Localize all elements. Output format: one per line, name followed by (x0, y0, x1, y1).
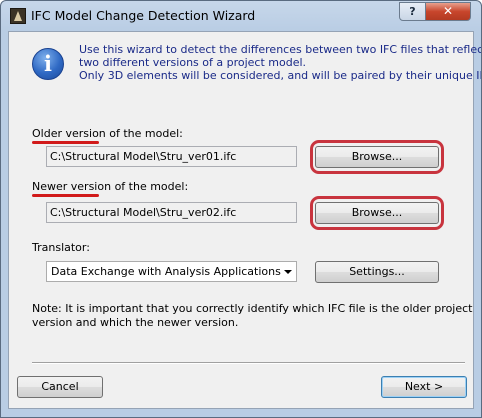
footer-divider (32, 362, 465, 364)
chevron-down-icon[interactable] (284, 270, 292, 274)
app-icon (10, 8, 26, 24)
wizard-window: IFC Model Change Detection Wizard ? ✕ i … (0, 0, 482, 418)
older-label-underline-mark (32, 141, 99, 144)
translator-label: Translator: (32, 241, 90, 254)
note-line: version and which the newer version. (32, 316, 239, 329)
note-line: Note: It is important that you correctly… (32, 302, 473, 315)
newer-version-path-field[interactable]: C:\Structural Model\Stru_ver02.ifc (46, 202, 297, 223)
next-button[interactable]: Next > (381, 376, 467, 398)
window-title: IFC Model Change Detection Wizard (31, 8, 256, 23)
wizard-content: i Use this wizard to detect the differen… (8, 31, 482, 409)
close-button[interactable]: ✕ (425, 2, 471, 21)
note-text: Note: It is important that you correctly… (32, 302, 473, 330)
intro-line: Only 3D elements will be considered, and… (79, 69, 482, 82)
older-browse-button[interactable]: Browse... (315, 146, 439, 168)
help-button[interactable]: ? (399, 2, 426, 21)
older-version-path-field[interactable]: C:\Structural Model\Stru_ver01.ifc (46, 146, 297, 167)
cancel-button[interactable]: Cancel (17, 376, 103, 398)
newer-version-label: Newer version of the model: (32, 180, 189, 193)
older-version-label: Older version of the model: (32, 127, 183, 140)
translator-selected-value: Data Exchange with Analysis Applications (51, 265, 281, 278)
title-bar[interactable]: IFC Model Change Detection Wizard ? ✕ (1, 1, 481, 31)
newer-label-underline-mark (32, 194, 99, 197)
translator-select[interactable]: Data Exchange with Analysis Applications (46, 261, 297, 282)
intro-line: Use this wizard to detect the difference… (79, 43, 482, 56)
info-icon: i (32, 48, 64, 80)
settings-button[interactable]: Settings... (315, 261, 439, 283)
intro-text: Use this wizard to detect the difference… (79, 43, 482, 82)
intro-line: two different versions of a project mode… (79, 56, 307, 69)
newer-browse-button[interactable]: Browse... (315, 202, 439, 224)
